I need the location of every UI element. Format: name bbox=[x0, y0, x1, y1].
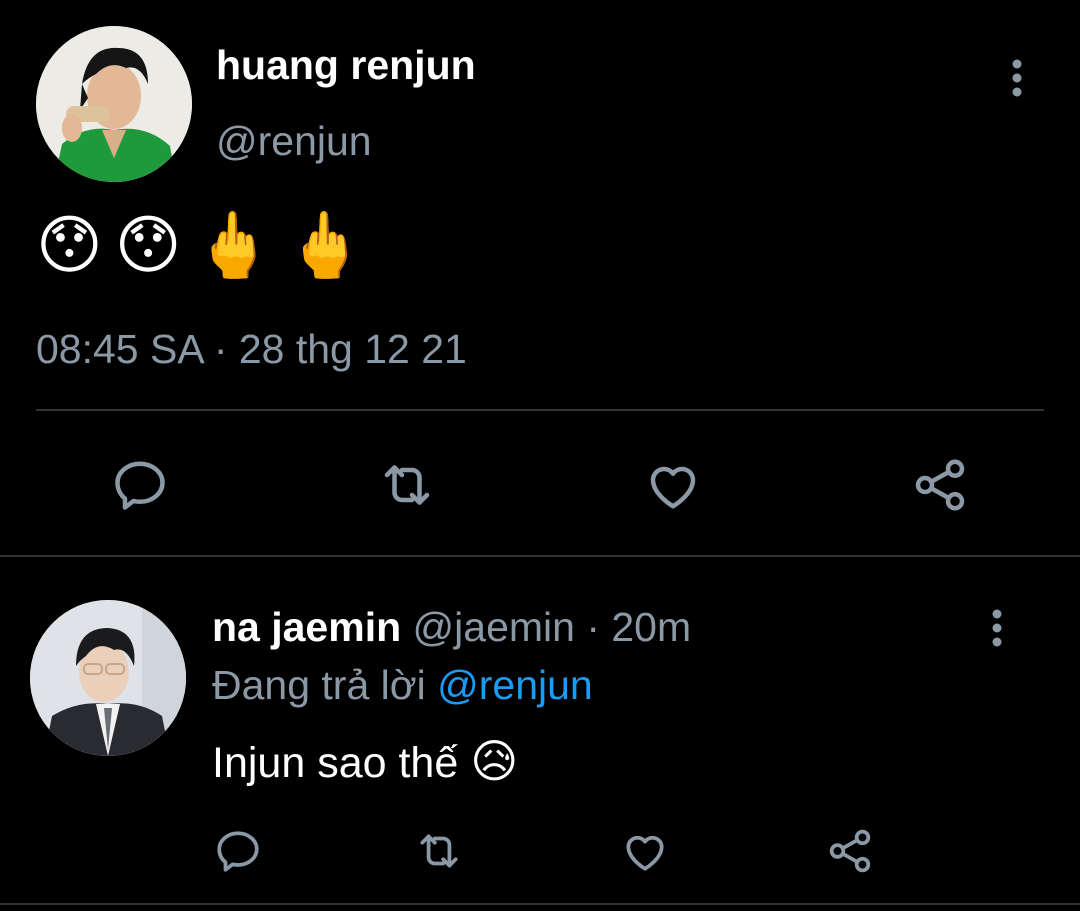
replying-to: Đang trả lời @renjun bbox=[212, 662, 593, 709]
divider bbox=[0, 903, 1080, 905]
avatar-renjun[interactable] bbox=[36, 26, 192, 182]
reply-icon[interactable] bbox=[213, 826, 263, 876]
avatar-jaemin[interactable] bbox=[30, 600, 186, 756]
display-name[interactable]: huang renjun bbox=[216, 42, 476, 89]
reply-text: Injun sao thế 😥 bbox=[212, 734, 518, 788]
emoji-middle-finger: 🖕 bbox=[193, 209, 274, 283]
share-icon[interactable] bbox=[825, 826, 875, 876]
mention-link[interactable]: @renjun bbox=[437, 662, 593, 708]
reply-header: na jaemin @jaemin · 20m bbox=[212, 604, 691, 651]
emoji-hushed: 😯 bbox=[114, 209, 182, 283]
display-name[interactable]: na jaemin bbox=[212, 604, 401, 650]
reply-icon[interactable] bbox=[110, 455, 170, 515]
handle[interactable]: @jaemin bbox=[413, 604, 575, 650]
retweet-icon[interactable] bbox=[377, 455, 437, 515]
reply-text-content: Injun sao thế bbox=[212, 739, 471, 787]
separator: · bbox=[574, 604, 612, 650]
more-options-icon[interactable] bbox=[1000, 56, 1034, 100]
tweet-text: 😯 😯 🖕 🖕 bbox=[36, 210, 365, 282]
divider bbox=[0, 555, 1080, 557]
like-icon[interactable] bbox=[620, 826, 670, 876]
retweet-icon[interactable] bbox=[414, 826, 464, 876]
like-icon[interactable] bbox=[643, 455, 703, 515]
share-icon[interactable] bbox=[910, 455, 970, 515]
reply-time[interactable]: 20m bbox=[611, 604, 691, 650]
emoji-hushed: 😯 bbox=[36, 209, 103, 283]
timestamp[interactable]: 08:45 SA · 28 thg 12 21 bbox=[36, 326, 467, 373]
divider bbox=[36, 409, 1044, 411]
replying-prefix: Đang trả lời bbox=[212, 662, 438, 708]
handle[interactable]: @renjun bbox=[216, 118, 372, 165]
emoji-sad-relieved: 😥 bbox=[470, 734, 519, 788]
emoji-middle-finger: 🖕 bbox=[285, 209, 365, 283]
more-options-icon[interactable] bbox=[980, 606, 1014, 650]
